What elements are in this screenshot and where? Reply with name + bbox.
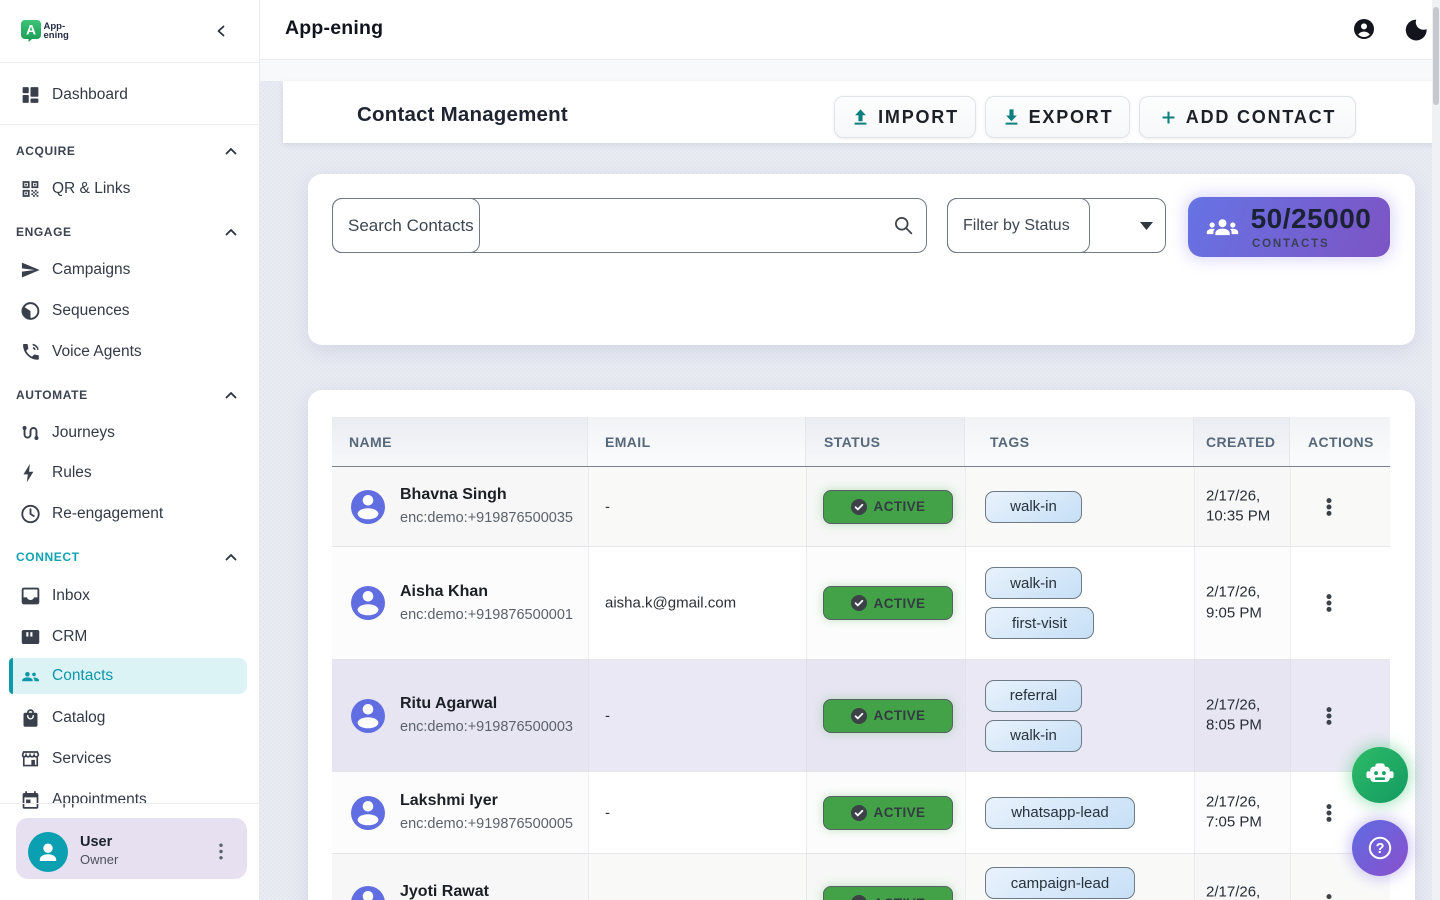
svg-text:?: ? [1376,841,1385,857]
svg-text:A: A [26,22,36,38]
